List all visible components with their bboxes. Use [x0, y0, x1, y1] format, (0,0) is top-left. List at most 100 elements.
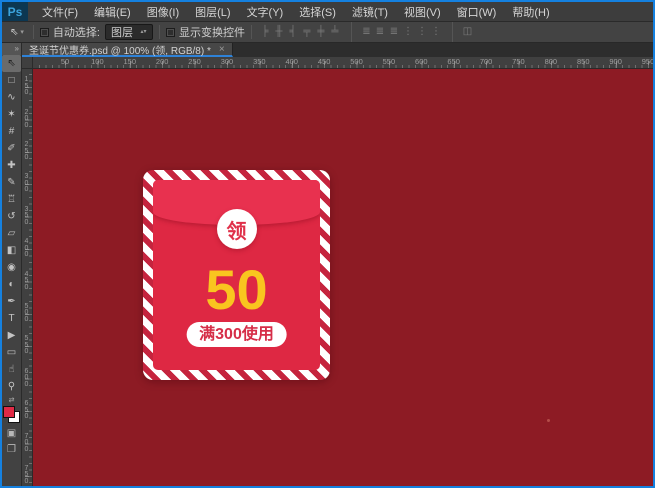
align-top-edges-icon[interactable]: ╤ — [300, 22, 314, 42]
color-swatches — [3, 406, 20, 423]
align-right-edges-icon[interactable]: ╡ — [286, 22, 300, 42]
quick-mask-button[interactable]: ▣ — [2, 425, 21, 441]
ruler-label: 150 — [123, 57, 137, 66]
ruler-label: 450 — [24, 270, 29, 291]
ruler-label: 900 — [609, 57, 622, 66]
ruler-label: 950 — [641, 57, 653, 66]
ruler-label: 250 — [188, 57, 201, 66]
ruler-label: 500 — [350, 57, 363, 66]
distribute-top-edges-icon[interactable]: ≣ — [350, 22, 373, 42]
hand-tool[interactable]: ☝ — [2, 361, 21, 378]
divider — [158, 25, 160, 39]
clone-stamp-tool[interactable]: ♖ — [2, 191, 21, 208]
tools-panel: » ⇖ □ ∿ ✶ # ✐ ✚ ✎ ♖ ↺ ▱ ◧ ◉ ◐ ✒ T ▶ ▭ ☝ … — [2, 43, 22, 486]
close-icon[interactable]: × — [219, 44, 225, 55]
divider — [32, 25, 34, 39]
distribute-left-edges-icon[interactable]: ⋮ — [401, 22, 415, 42]
ruler-label: 750 — [24, 464, 29, 485]
ruler-corner[interactable] — [22, 57, 33, 69]
auto-select-value: 图层 — [110, 27, 133, 39]
vertical-ruler[interactable]: 150 200 250 300 350 400 450 500 550 600 650 700 750 — [22, 69, 33, 486]
coupon-condition: 满300使用 — [186, 322, 287, 347]
alignment-buttons: ╞ ╫ ╡ ╤ ╪ ╧ ≣ ≣ ≣ ⋮ ⋮ ⋮ ◫ — [258, 22, 474, 42]
align-horizontal-centers-icon[interactable]: ╫ — [272, 22, 286, 42]
show-transform-label: 显示变换控件 — [178, 27, 245, 39]
ruler-label: 200 — [155, 57, 169, 66]
eraser-tool[interactable]: ▱ — [2, 225, 21, 242]
ruler-label: 300 — [24, 173, 29, 194]
type-tool[interactable]: T — [2, 310, 21, 327]
screen-mode-button[interactable]: ❐ — [2, 441, 21, 457]
menu-item[interactable]: 滤镜(T) — [344, 4, 396, 20]
ruler-label: 500 — [24, 302, 29, 323]
dodge-tool[interactable]: ◐ — [2, 276, 21, 293]
ruler-label: 400 — [285, 57, 298, 66]
align-left-edges-icon[interactable]: ╞ — [258, 22, 272, 42]
ruler-label: 600 — [415, 57, 428, 66]
tool-preset-picker[interactable]: ⇖ ▾ — [7, 27, 27, 38]
menu-item[interactable]: 选择(S) — [291, 4, 344, 20]
document-tab-bar: 圣诞节优惠券.psd @ 100% (领, RGB/8) * × — [22, 43, 653, 57]
ruler-label: 700 — [24, 432, 29, 453]
menu-item[interactable]: 编辑(E) — [86, 4, 139, 20]
checkbox-box[interactable] — [39, 27, 49, 37]
tools-panel-header[interactable]: » — [2, 43, 21, 55]
ruler-label: 700 — [479, 57, 493, 66]
ruler-label: 650 — [447, 57, 460, 66]
move-tool[interactable]: ⇖ — [2, 55, 21, 72]
auto-select-target-dropdown[interactable]: 图层 ▴▾ — [104, 24, 153, 40]
auto-align-layers-icon[interactable]: ◫ — [451, 22, 474, 42]
eyedropper-tool[interactable]: ✐ — [2, 140, 21, 157]
ruler-label: 50 — [60, 57, 70, 66]
history-brush-tool[interactable]: ↺ — [2, 208, 21, 225]
distribute-right-edges-icon[interactable]: ⋮ — [429, 22, 443, 42]
coupon-amount: 50 — [205, 258, 268, 321]
ruler-label: 800 — [544, 57, 558, 66]
menu-item[interactable]: 视图(V) — [396, 4, 449, 20]
cursor-mark — [547, 419, 550, 422]
menu-item[interactable]: 窗口(W) — [449, 4, 505, 20]
auto-select-label: 自动选择: — [52, 27, 100, 39]
divider — [250, 25, 252, 39]
distribute-vertical-centers-icon[interactable]: ≣ — [373, 22, 387, 42]
checkbox-box[interactable] — [165, 27, 175, 37]
menu-item[interactable]: 帮助(H) — [504, 4, 557, 20]
horizontal-ruler[interactable]: 50 100 150 200 250 300 350 400 450 500 550 600 650 70… — [33, 57, 653, 69]
menu-item[interactable]: 图层(L) — [187, 4, 238, 20]
zoom-tool[interactable]: ⚲ — [2, 378, 21, 395]
gradient-tool[interactable]: ◧ — [2, 242, 21, 259]
pen-tool[interactable]: ✒ — [2, 293, 21, 310]
menu-item[interactable]: 文件(F) — [34, 4, 86, 20]
photoshop-logo-icon: Ps — [2, 2, 28, 21]
show-transform-controls-checkbox[interactable]: 显示变换控件 — [165, 24, 245, 40]
menu-item[interactable]: 图像(I) — [139, 4, 187, 20]
quick-selection-tool[interactable]: ✶ — [2, 106, 21, 123]
document-canvas[interactable]: 领 50 满300使用 — [33, 69, 653, 486]
align-vertical-centers-icon[interactable]: ╪ — [314, 22, 328, 42]
align-bottom-edges-icon[interactable]: ╧ — [328, 22, 342, 42]
tool-buttons: ⇖ □ ∿ ✶ # ✐ ✚ ✎ ♖ ↺ ▱ ◧ ◉ ◐ ✒ T ▶ ▭ ☝ ⚲ — [2, 55, 21, 395]
auto-select-checkbox[interactable]: 自动选择: — [39, 24, 100, 40]
tool-options-bar: ⇖ ▾ 自动选择: 图层 ▴▾ 显示变换控件 ╞ ╫ ╡ ╤ ╪ ╧ ≣ ≣ ≣ ⋮ ⋮ ⋮ ◫ — [2, 22, 653, 43]
rectangular-marquee-tool[interactable]: □ — [2, 72, 21, 89]
document-title: 圣诞节优惠券.psd @ 100% (领, RGB/8) * — [29, 45, 211, 57]
ruler-label: 350 — [253, 57, 266, 66]
ruler-label: 550 — [382, 57, 396, 66]
rectangle-tool[interactable]: ▭ — [2, 344, 21, 361]
menu-item[interactable]: 文字(Y) — [239, 4, 292, 20]
foreground-color-swatch[interactable] — [3, 406, 15, 418]
distribute-horizontal-centers-icon[interactable]: ⋮ — [415, 22, 429, 42]
ruler-label: 850 — [576, 57, 590, 66]
red-envelope: 领 50 满300使用 — [153, 180, 320, 370]
brush-tool[interactable]: ✎ — [2, 174, 21, 191]
ruler-label: 600 — [24, 367, 29, 388]
distribute-bottom-edges-icon[interactable]: ≣ — [387, 22, 401, 42]
swap-colors-icon[interactable]: ⇄ — [9, 397, 15, 405]
ruler-label: 100 — [91, 57, 104, 66]
document-tab[interactable]: 圣诞节优惠券.psd @ 100% (领, RGB/8) * × — [22, 43, 233, 57]
lasso-tool[interactable]: ∿ — [2, 89, 21, 106]
path-selection-tool[interactable]: ▶ — [2, 327, 21, 344]
spot-healing-brush-tool[interactable]: ✚ — [2, 157, 21, 174]
blur-tool[interactable]: ◉ — [2, 259, 21, 276]
crop-tool[interactable]: # — [2, 123, 21, 140]
